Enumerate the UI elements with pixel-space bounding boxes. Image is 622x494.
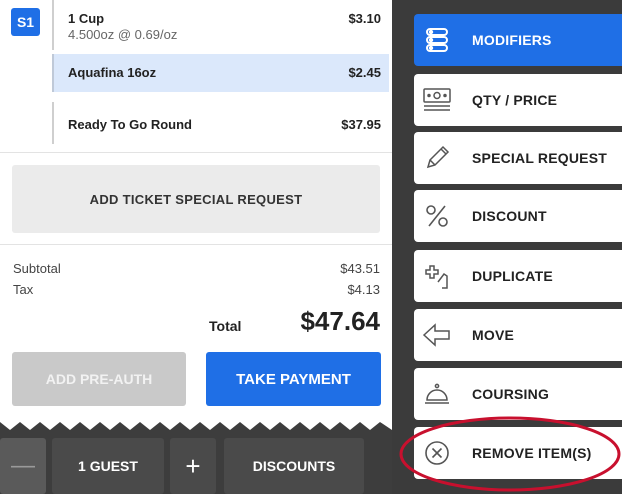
special-request-button[interactable]: SPECIAL REQUEST (414, 132, 622, 184)
qty-price-button[interactable]: QTY / PRICE (414, 74, 622, 126)
item-detail: 4.500oz @ 0.69/oz (68, 27, 178, 42)
ticket-item-selected[interactable]: Aquafina 16oz $2.45 (52, 54, 389, 92)
qty-price-icon (420, 83, 454, 117)
remove-guest-button[interactable]: — (0, 438, 46, 494)
action-label: DISCOUNT (472, 208, 547, 224)
coursing-button[interactable]: COURSING (414, 368, 622, 420)
add-ticket-special-request-button[interactable]: ADD TICKET SPECIAL REQUEST (12, 165, 380, 233)
discounts-button[interactable]: DISCOUNTS (224, 438, 364, 494)
seat-badge[interactable]: S1 (11, 8, 40, 36)
item-price: $3.10 (348, 11, 381, 26)
cloche-icon (420, 377, 454, 411)
action-label: COURSING (472, 386, 550, 402)
divider (0, 244, 392, 245)
percent-icon (420, 199, 454, 233)
ticket-panel: S1 1 Cup $3.10 4.500oz @ 0.69/oz Aquafin… (0, 0, 392, 494)
tax-value: $4.13 (347, 282, 380, 297)
ticket-item[interactable]: 1 Cup $3.10 4.500oz @ 0.69/oz (52, 0, 389, 50)
action-label: MOVE (472, 327, 515, 343)
remove-x-icon (420, 436, 454, 470)
subtotal-label: Subtotal (13, 261, 61, 276)
divider (0, 152, 392, 153)
guest-count-button[interactable]: 1 GUEST (52, 438, 164, 494)
tax-label: Tax (13, 282, 34, 297)
remove-items-button[interactable]: REMOVE ITEM(S) (414, 427, 622, 479)
action-label: MODIFIERS (472, 32, 552, 48)
action-label: SPECIAL REQUEST (472, 150, 607, 166)
duplicate-icon (420, 259, 454, 293)
take-payment-button[interactable]: TAKE PAYMENT (206, 352, 381, 406)
modifiers-button[interactable]: MODIFIERS (414, 14, 622, 66)
action-label: REMOVE ITEM(S) (472, 445, 592, 461)
move-button[interactable]: MOVE (414, 309, 622, 361)
action-label: QTY / PRICE (472, 92, 558, 108)
ticket-item[interactable]: Ready To Go Round $37.95 (52, 102, 389, 144)
item-name: Aquafina 16oz (68, 65, 157, 80)
duplicate-button[interactable]: DUPLICATE (414, 250, 622, 302)
move-arrow-icon (420, 318, 454, 352)
item-name: 1 Cup (68, 11, 105, 26)
item-name: Ready To Go Round (68, 117, 192, 132)
total-value: $47.64 (300, 306, 380, 336)
bottom-bar: — 1 GUEST + DISCOUNTS (0, 436, 392, 494)
total-label: Total (209, 318, 242, 334)
item-price: $2.45 (348, 65, 381, 80)
item-price: $37.95 (341, 117, 381, 132)
pencil-icon (420, 141, 454, 175)
add-guest-button[interactable]: + (170, 438, 216, 494)
action-label: DUPLICATE (472, 268, 553, 284)
add-pre-auth-button[interactable]: ADD PRE-AUTH (12, 352, 186, 406)
subtotal-value: $43.51 (340, 261, 380, 276)
discount-button[interactable]: DISCOUNT (414, 190, 622, 242)
modifiers-icon (420, 23, 454, 57)
item-actions-panel: MODIFIERS QTY / PRICE SPECIAL REQUEST DI… (392, 0, 622, 494)
receipt-tear-edge (0, 422, 392, 436)
